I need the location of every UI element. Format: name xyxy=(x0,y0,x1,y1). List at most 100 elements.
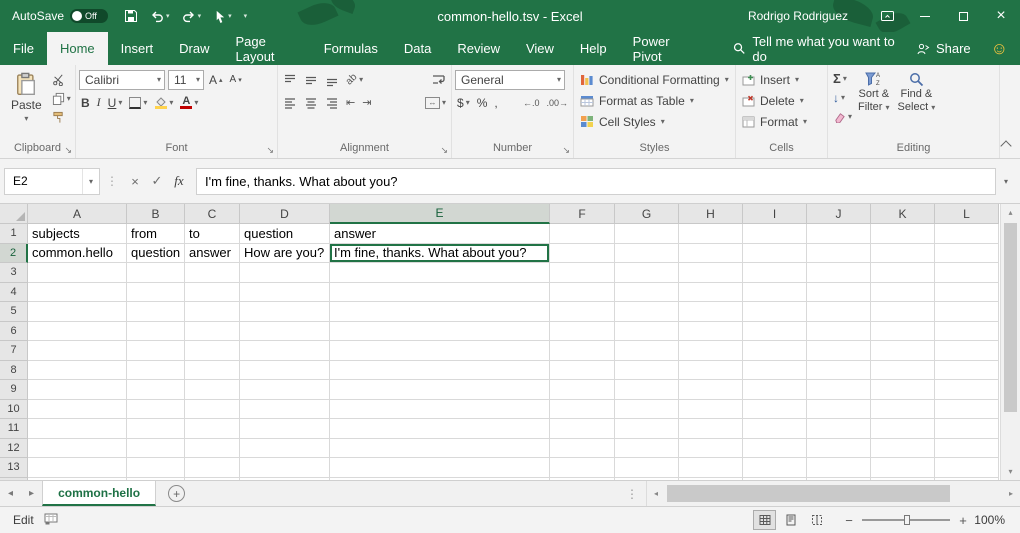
cell-A9[interactable] xyxy=(28,380,127,400)
cell-F6[interactable] xyxy=(550,322,615,342)
copy-button[interactable]: ▾ xyxy=(50,89,73,108)
vertical-scrollbar[interactable]: ▴ ▾ xyxy=(1000,204,1020,480)
cell-C6[interactable] xyxy=(185,322,240,342)
cell-H11[interactable] xyxy=(679,419,743,439)
cell-L9[interactable] xyxy=(935,380,999,400)
paste-button[interactable]: Paste ▾ xyxy=(3,68,50,141)
alignment-dialog-launcher[interactable]: ↘ xyxy=(440,146,448,155)
cell-D2[interactable]: How are you? xyxy=(240,244,330,264)
cell-G2[interactable] xyxy=(615,244,679,264)
cell-H4[interactable] xyxy=(679,283,743,303)
grow-font-button[interactable]: A▴ xyxy=(207,70,225,89)
name-box[interactable]: E2 ▾ xyxy=(4,168,100,195)
cell-D4[interactable] xyxy=(240,283,330,303)
cell-J13[interactable] xyxy=(807,458,871,478)
user-name[interactable]: Rodrigo Rodriguez xyxy=(748,9,848,23)
column-header-J[interactable]: J xyxy=(807,204,871,224)
cell-B11[interactable] xyxy=(127,419,185,439)
scroll-left-button[interactable]: ◂ xyxy=(647,489,665,498)
cell-J5[interactable] xyxy=(807,302,871,322)
cell-A3[interactable] xyxy=(28,263,127,283)
font-color-button[interactable]: A ▾ xyxy=(178,93,200,112)
cell-K6[interactable] xyxy=(871,322,935,342)
vertical-scrollbar-thumb[interactable] xyxy=(1004,223,1017,412)
font-size-select[interactable]: 11 ▾ xyxy=(168,70,204,90)
cell-A8[interactable] xyxy=(28,361,127,381)
cell-J2[interactable] xyxy=(807,244,871,264)
align-center-button[interactable] xyxy=(302,93,320,112)
increase-decimal-button[interactable]: ←.0 xyxy=(521,98,542,108)
tab-insert[interactable]: Insert xyxy=(108,32,167,65)
cell-B9[interactable] xyxy=(127,380,185,400)
row-header-2[interactable]: 2 xyxy=(0,244,28,264)
cell-L12[interactable] xyxy=(935,439,999,459)
tab-help[interactable]: Help xyxy=(567,32,620,65)
column-header-B[interactable]: B xyxy=(127,204,185,224)
cell-J4[interactable] xyxy=(807,283,871,303)
cell-I7[interactable] xyxy=(743,341,807,361)
align-right-button[interactable] xyxy=(323,93,341,112)
cell-G1[interactable] xyxy=(615,224,679,244)
borders-button[interactable]: ▾ xyxy=(127,93,149,112)
close-button[interactable]: × xyxy=(982,0,1020,32)
minimize-button[interactable] xyxy=(906,0,944,32)
cell-D12[interactable] xyxy=(240,439,330,459)
cell-J10[interactable] xyxy=(807,400,871,420)
cell-D11[interactable] xyxy=(240,419,330,439)
macro-record-button[interactable] xyxy=(44,513,58,528)
cell-D13[interactable] xyxy=(240,458,330,478)
tab-data[interactable]: Data xyxy=(391,32,444,65)
cell-A4[interactable] xyxy=(28,283,127,303)
cell-I6[interactable] xyxy=(743,322,807,342)
column-header-L[interactable]: L xyxy=(935,204,999,224)
cell-E1[interactable]: answer xyxy=(330,224,550,244)
cell-H8[interactable] xyxy=(679,361,743,381)
cell-A1[interactable]: subjects xyxy=(28,224,127,244)
cancel-button[interactable]: × xyxy=(124,174,146,189)
cell-J3[interactable] xyxy=(807,263,871,283)
cell-F9[interactable] xyxy=(550,380,615,400)
cell-K5[interactable] xyxy=(871,302,935,322)
cell-E10[interactable] xyxy=(330,400,550,420)
row-header-11[interactable]: 11 xyxy=(0,419,28,439)
horizontal-scrollbar[interactable]: ◂ ▸ xyxy=(646,481,1020,506)
cell-I11[interactable] xyxy=(743,419,807,439)
cell-H7[interactable] xyxy=(679,341,743,361)
row-header-12[interactable]: 12 xyxy=(0,439,28,459)
row-header-13[interactable]: 13 xyxy=(0,458,28,478)
cell-I5[interactable] xyxy=(743,302,807,322)
cell-D6[interactable] xyxy=(240,322,330,342)
font-dialog-launcher[interactable]: ↘ xyxy=(266,146,274,155)
cell-J11[interactable] xyxy=(807,419,871,439)
column-header-G[interactable]: G xyxy=(615,204,679,224)
cell-G6[interactable] xyxy=(615,322,679,342)
redo-dropdown-icon[interactable]: ▾ xyxy=(198,12,202,20)
row-header-1[interactable]: 1 xyxy=(0,224,28,244)
cell-C4[interactable] xyxy=(185,283,240,303)
number-dialog-launcher[interactable]: ↘ xyxy=(562,146,570,155)
accounting-format-button[interactable]: $ ▾ xyxy=(455,93,472,112)
horizontal-scrollbar-thumb[interactable] xyxy=(667,485,950,502)
cell-I13[interactable] xyxy=(743,458,807,478)
cell-I3[interactable] xyxy=(743,263,807,283)
tab-power-pivot[interactable]: Power Pivot xyxy=(620,32,705,65)
row-header-5[interactable]: 5 xyxy=(0,302,28,322)
cell-A6[interactable] xyxy=(28,322,127,342)
tab-draw[interactable]: Draw xyxy=(166,32,222,65)
decrease-indent-button[interactable]: ⇤ xyxy=(344,93,357,112)
orientation-button[interactable]: ab ▾ xyxy=(344,70,365,89)
cell-L8[interactable] xyxy=(935,361,999,381)
cell-E4[interactable] xyxy=(330,283,550,303)
horizontal-scrollbar-track[interactable] xyxy=(665,481,1002,506)
zoom-slider-thumb[interactable] xyxy=(904,515,910,525)
cell-A10[interactable] xyxy=(28,400,127,420)
font-name-select[interactable]: Calibri ▾ xyxy=(79,70,165,90)
cell-D1[interactable]: question xyxy=(240,224,330,244)
sort-filter-button[interactable]: AZ Sort & Filter ▾ xyxy=(854,68,894,141)
feedback-smiley-button[interactable]: ☺ xyxy=(979,32,1020,65)
customize-qat-button[interactable]: ▾ xyxy=(244,12,248,20)
column-header-H[interactable]: H xyxy=(679,204,743,224)
cell-E12[interactable] xyxy=(330,439,550,459)
undo-button[interactable]: ▾ xyxy=(150,9,170,23)
cell-B8[interactable] xyxy=(127,361,185,381)
